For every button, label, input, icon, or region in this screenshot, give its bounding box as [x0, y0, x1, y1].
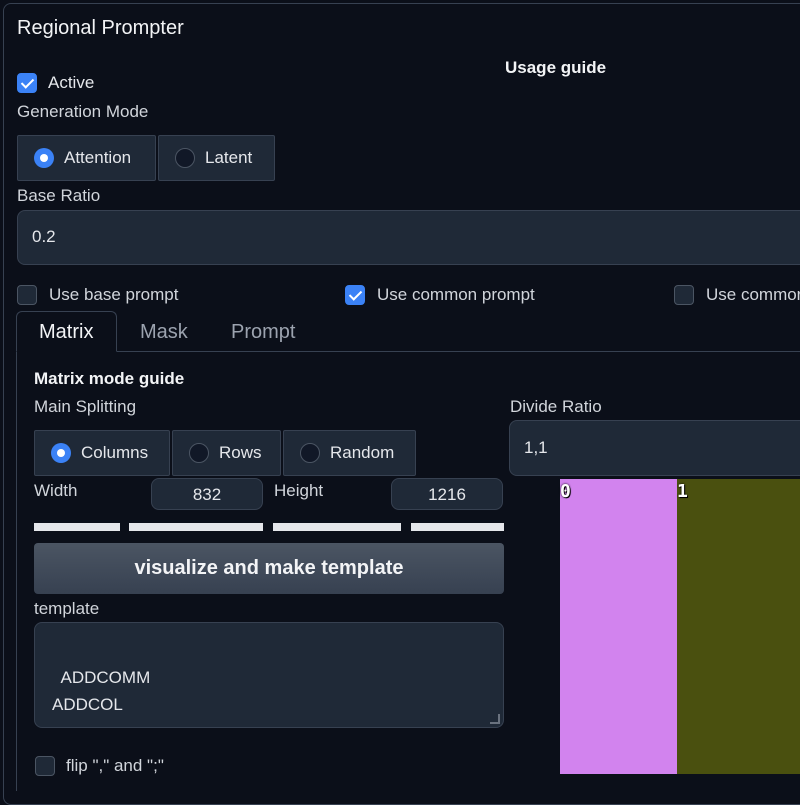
height-slider-track-right[interactable] — [411, 523, 504, 531]
active-checkbox[interactable] — [17, 73, 37, 93]
region-1 — [677, 479, 800, 774]
height-input[interactable]: 1216 — [391, 478, 503, 510]
region-0-index: 0 — [560, 481, 571, 502]
tab-matrix[interactable]: Matrix — [16, 311, 117, 352]
radio-selected-icon — [51, 443, 71, 463]
main-splitting-radio-group: Columns Rows Random — [34, 430, 416, 476]
use-common-negative-checkbox[interactable] — [674, 285, 694, 305]
visualize-template-button[interactable]: visualize and make template — [34, 543, 504, 594]
region-0 — [560, 479, 677, 774]
template-textarea[interactable]: ADDCOMM ADDCOL — [34, 622, 504, 728]
radio-unselected-icon — [175, 148, 195, 168]
radio-attention-label: Attention — [64, 148, 132, 167]
radio-unselected-icon — [189, 443, 209, 463]
radio-rows-label: Rows — [219, 443, 262, 462]
radio-selected-icon — [34, 148, 54, 168]
matrix-mode-guide-toggle[interactable]: Matrix mode guide — [34, 369, 184, 389]
width-label: Width — [34, 481, 78, 500]
use-common-prompt-checkbox[interactable] — [345, 285, 365, 305]
flip-checkbox[interactable] — [35, 756, 55, 776]
radio-random[interactable]: Random — [283, 430, 416, 476]
base-ratio-input[interactable]: 0.2 — [17, 210, 800, 265]
radio-columns-label: Columns — [81, 443, 149, 462]
radio-random-label: Random — [330, 443, 395, 462]
active-label: Active — [48, 73, 95, 92]
use-common-prompt-label: Use common prompt — [377, 285, 535, 304]
region-visualization: 0 1 — [560, 479, 800, 774]
height-slider-track[interactable] — [273, 523, 401, 531]
generation-mode-label: Generation Mode — [17, 102, 149, 121]
flip-label: flip "," and ";" — [66, 756, 164, 775]
template-label: template — [34, 599, 100, 618]
height-label: Height — [274, 481, 324, 500]
divide-ratio-label: Divide Ratio — [510, 397, 602, 416]
resize-handle-icon[interactable] — [490, 714, 500, 724]
radio-columns[interactable]: Columns — [34, 430, 170, 476]
radio-unselected-icon — [300, 443, 320, 463]
use-base-prompt-checkbox[interactable] — [17, 285, 37, 305]
radio-latent-label: Latent — [205, 148, 253, 167]
divide-ratio-input[interactable]: 1,1 — [509, 420, 800, 476]
tabs-divider — [116, 351, 800, 352]
tab-prompt[interactable]: Prompt — [231, 321, 295, 344]
use-base-prompt-label: Use base prompt — [49, 285, 179, 304]
usage-guide-toggle[interactable]: Usage guide — [505, 58, 606, 78]
tab-mask[interactable]: Mask — [140, 321, 188, 344]
base-ratio-label: Base Ratio — [17, 186, 101, 205]
use-common-negative-label: Use commor — [706, 285, 800, 304]
panel-title: Regional Prompter — [17, 17, 184, 39]
generation-mode-radio-group: Attention Latent — [17, 135, 275, 181]
template-text: ADDCOMM ADDCOL — [52, 668, 151, 714]
radio-attention[interactable]: Attention — [17, 135, 156, 181]
radio-latent[interactable]: Latent — [158, 135, 275, 181]
main-splitting-label: Main Splitting — [34, 397, 137, 416]
radio-rows[interactable]: Rows — [172, 430, 281, 476]
width-slider-track-right[interactable] — [129, 523, 263, 531]
region-1-index: 1 — [677, 481, 688, 502]
width-slider-track[interactable] — [34, 523, 120, 531]
width-input[interactable]: 832 — [151, 478, 263, 510]
